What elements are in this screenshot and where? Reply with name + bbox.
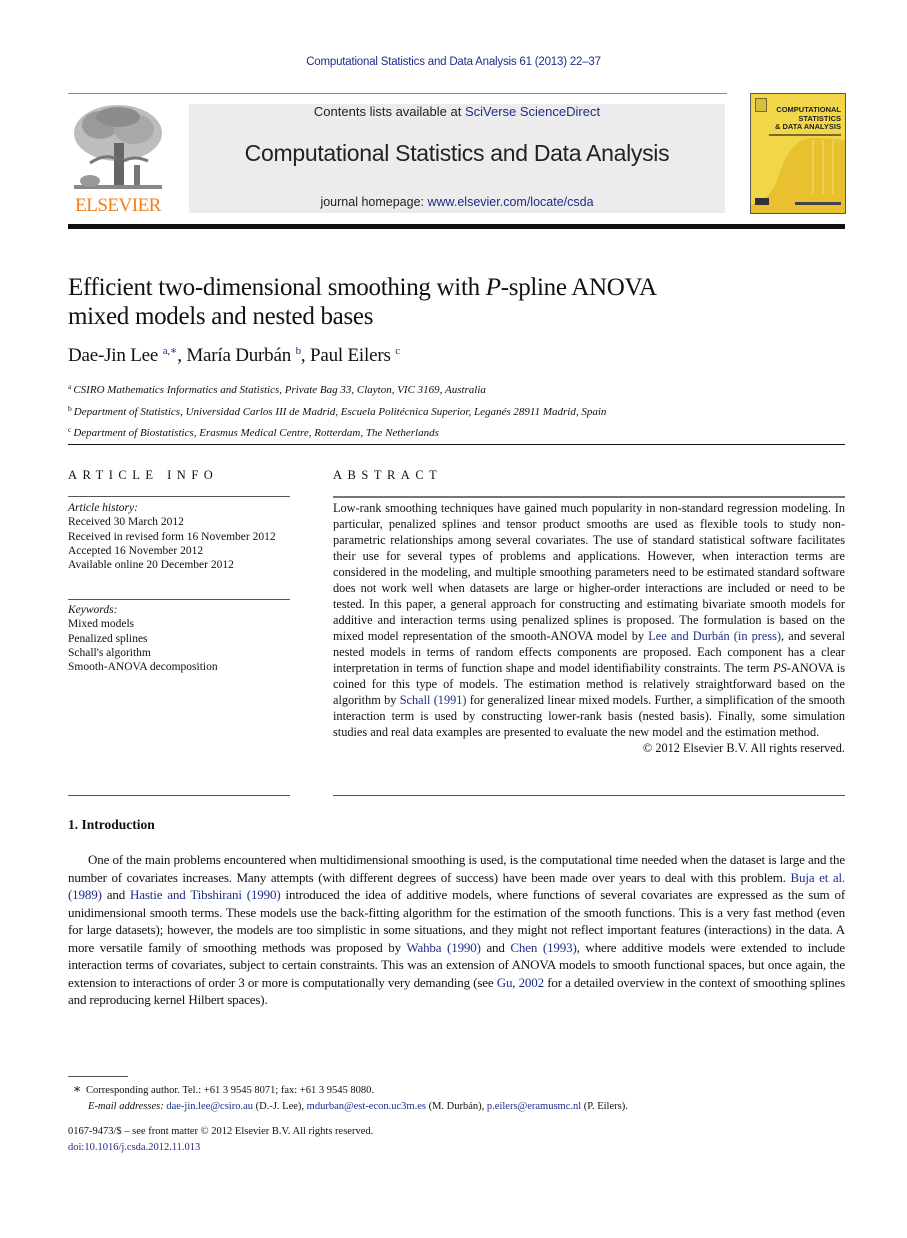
citation-link[interactable]: Hastie and Tibshirani (1990) (130, 887, 281, 902)
history-item: Received 30 March 2012 (68, 516, 184, 529)
history-item: Available online 20 December 2012 (68, 559, 234, 572)
footnote-star-icon: ∗ (72, 1081, 82, 1096)
abstract-body: Low-rank smoothing techniques have gaine… (333, 500, 845, 756)
email-link[interactable]: mdurban@est-econ.uc3m.es (307, 1101, 426, 1112)
issn-doi-block: 0167-9473/$ – see front matter © 2012 El… (68, 1124, 373, 1156)
article-history: Article history: Received 30 March 2012 … (68, 501, 290, 572)
affiliation: a CSIRO Mathematics Informatics and Stati… (68, 382, 486, 396)
article-info-heading: ARTICLE INFO (68, 468, 219, 482)
keyword: Mixed models (68, 618, 135, 631)
history-label: Article history: (68, 502, 138, 514)
history-item: Received in revised form 16 November 201… (68, 530, 276, 543)
article-info-rule (68, 496, 290, 497)
abstract-text: Low-rank smoothing techniques have gaine… (333, 501, 846, 739)
issn-line: 0167-9473/$ – see front matter © 2012 El… (68, 1126, 374, 1137)
contents-line: Contents lists available at SciVerse Sci… (313, 104, 601, 119)
author-affiliation-link[interactable]: c (395, 345, 400, 357)
keywords-label: Keywords: (68, 604, 118, 616)
journal-cover-thumbnail[interactable]: COMPUTATIONAL STATISTICS & DATA ANALYSIS (750, 93, 846, 214)
author-name: Paul Eilers (310, 345, 391, 366)
cover-subtitle-bar (769, 134, 841, 136)
sciencedirect-link[interactable]: SciVerse ScienceDirect (465, 104, 600, 119)
affiliation: c Department of Biostatistics, Erasmus Me… (68, 425, 439, 440)
abstract-rule (333, 496, 845, 498)
section-divider (68, 444, 845, 445)
citation-link[interactable]: Wahba (1990) (406, 940, 481, 955)
corresponding-author-footnote: ∗ Corresponding author. Tel.: +61 3 9545 … (68, 1081, 845, 1115)
homepage-line: journal homepage: www.elsevier.com/locat… (320, 195, 594, 209)
citation-link[interactable]: Lee and Durbán (in press) (648, 629, 781, 643)
author-name: Dae-Jin Lee (68, 345, 159, 366)
author-list: Dae-Jin Lee a,∗, María Durbán b, Paul Ei… (68, 345, 400, 366)
affiliation-list: a CSIRO Mathematics Informatics and Stati… (68, 378, 845, 443)
citation-link[interactable]: Gu, 2002 (497, 975, 544, 990)
email-link[interactable]: dae-jin.lee@csiro.au (166, 1101, 253, 1112)
header-thick-rule (68, 224, 845, 229)
elsevier-logo[interactable]: ELSEVIER (68, 103, 168, 216)
affiliation: b Department of Statistics, Universidad C… (68, 403, 607, 418)
cover-footer-bar (795, 202, 841, 205)
abstract-rule (333, 795, 845, 796)
keywords: Keywords: Mixed models Penalized splines… (68, 603, 290, 674)
keyword: Penalized splines (68, 632, 148, 645)
article-title: Efficient two-dimensional smoothing with… (68, 274, 657, 330)
cover-badge (755, 198, 769, 205)
history-item: Accepted 16 November 2012 (68, 544, 204, 557)
top-rule (68, 93, 727, 94)
introduction-heading: 1. Introduction (68, 817, 155, 832)
cover-title: COMPUTATIONAL STATISTICS & DATA ANALYSIS (775, 105, 841, 131)
citation-link[interactable]: Schall (1991) (400, 693, 467, 707)
journal-reference[interactable]: Computational Statistics and Data Analys… (0, 56, 907, 68)
introduction-paragraph: One of the main problems encountered whe… (68, 852, 846, 1007)
keyword: Schall's algorithm (68, 646, 151, 659)
abstract-heading: ABSTRACT (333, 468, 443, 482)
abstract-copyright: © 2012 Elsevier B.V. All rights reserved… (642, 741, 845, 755)
doi-link[interactable]: doi:10.1016/j.csda.2012.11.013 (68, 1142, 200, 1153)
journal-title: Computational Statistics and Data Analys… (244, 140, 670, 166)
elsevier-wordmark: ELSEVIER (75, 195, 161, 216)
elsevier-tree-icon (74, 105, 162, 189)
article-info-rule (68, 795, 290, 796)
footnote-rule (68, 1076, 128, 1077)
author-name: María Durbán (186, 345, 292, 366)
citation-link[interactable]: Chen (1993) (510, 940, 576, 955)
journal-masthead: Contents lists available at SciVerse Sci… (189, 104, 725, 213)
article-info-rule (68, 599, 290, 600)
author-affiliation-link[interactable]: a,∗ (163, 345, 178, 357)
keyword: Smooth-ANOVA decomposition (68, 661, 218, 674)
email-link[interactable]: p.eilers@eramusmc.nl (487, 1101, 581, 1112)
journal-homepage-link[interactable]: www.elsevier.com/locate/csda (427, 195, 593, 209)
